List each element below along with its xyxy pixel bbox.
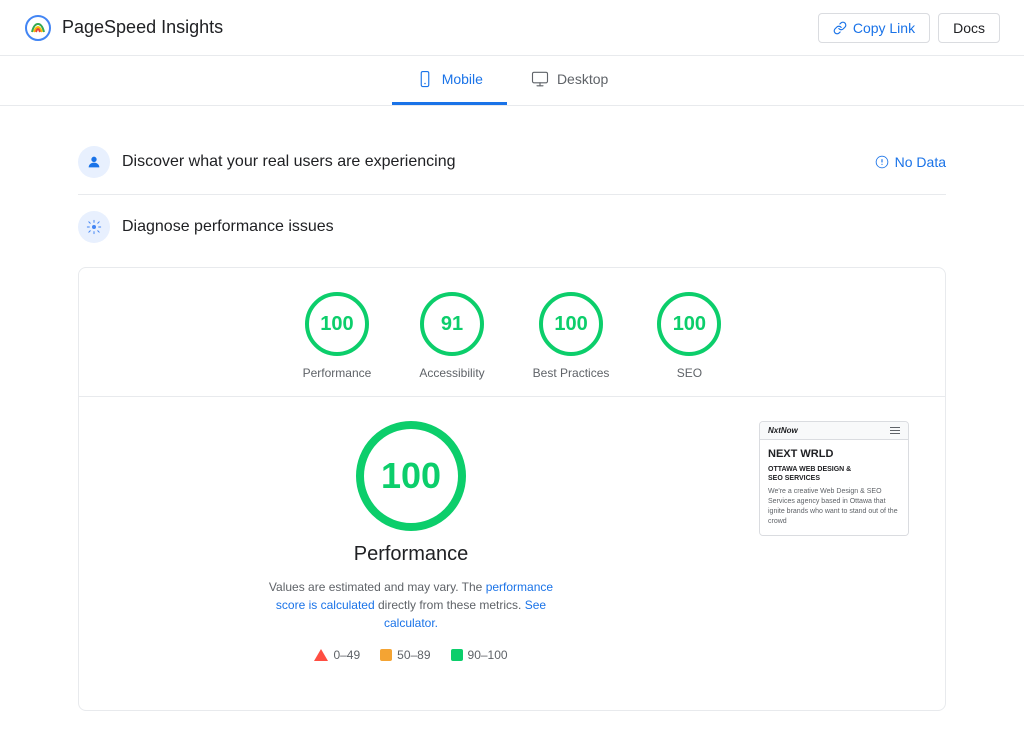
accessibility-label: Accessibility (419, 366, 484, 380)
thumbnail-body-text: We're a creative Web Design & SEO Servic… (768, 487, 900, 526)
thumbnail-subheadline: OTTAWA WEB DESIGN & SEO SERVICES (768, 465, 900, 483)
copy-link-button[interactable]: Copy Link (818, 13, 930, 43)
scores-card: 100 Performance 91 Accessibility 100 Bes… (78, 267, 946, 711)
seo-circle: 100 (657, 292, 721, 356)
info-icon (875, 155, 889, 169)
logo-area: PageSpeed Insights (24, 14, 223, 42)
mode-tabs: Mobile Desktop (0, 56, 1024, 106)
average-icon (380, 649, 392, 661)
best-practices-label: Best Practices (533, 366, 610, 380)
performance-circle: 100 (305, 292, 369, 356)
performance-label: Performance (303, 366, 372, 380)
main-content: Discover what your real users are experi… (62, 106, 962, 751)
page-thumbnail-container: NxtNow NEXT WRLD OTTAWA WEB DESIGN & SEO… (759, 421, 929, 662)
gear-icon (86, 219, 102, 235)
real-users-section: Discover what your real users are experi… (78, 130, 946, 195)
big-performance-circle: 100 (356, 421, 466, 531)
detail-description: Values are estimated and may vary. The p… (261, 578, 561, 632)
diagnose-title: Diagnose performance issues (122, 218, 334, 236)
accessibility-circle: 91 (420, 292, 484, 356)
legend-average: 50–89 (380, 648, 430, 662)
seo-label: SEO (677, 366, 702, 380)
detail-left: 100 Performance Values are estimated and… (95, 421, 727, 662)
legend-pass: 90–100 (451, 648, 508, 662)
diagnose-section-header: Diagnose performance issues (78, 195, 946, 251)
score-seo[interactable]: 100 SEO (657, 292, 721, 380)
person-icon (86, 154, 102, 170)
pass-icon (451, 649, 463, 661)
best-practices-circle: 100 (539, 292, 603, 356)
header: PageSpeed Insights Copy Link Docs (0, 0, 1024, 56)
legend-fail: 0–49 (314, 648, 360, 662)
docs-button[interactable]: Docs (938, 13, 1000, 43)
real-users-title: Discover what your real users are experi… (122, 153, 863, 171)
score-accessibility[interactable]: 91 Accessibility (419, 292, 484, 380)
thumbnail-body: NEXT WRLD OTTAWA WEB DESIGN & SEO SERVIC… (760, 440, 908, 535)
score-performance[interactable]: 100 Performance (303, 292, 372, 380)
page-thumbnail: NxtNow NEXT WRLD OTTAWA WEB DESIGN & SEO… (759, 421, 909, 536)
thumbnail-headline: NEXT WRLD (768, 448, 900, 461)
desktop-icon (531, 70, 549, 88)
pagespeed-logo-icon (24, 14, 52, 42)
real-users-icon-circle (78, 146, 110, 178)
mobile-icon (416, 70, 434, 88)
tab-desktop[interactable]: Desktop (507, 56, 632, 105)
scores-row: 100 Performance 91 Accessibility 100 Bes… (95, 292, 929, 380)
no-data-link[interactable]: No Data (875, 154, 946, 170)
detail-section: 100 Performance Values are estimated and… (95, 397, 929, 686)
link-icon (833, 21, 847, 35)
score-best-practices[interactable]: 100 Best Practices (533, 292, 610, 380)
header-actions: Copy Link Docs (818, 13, 1000, 43)
app-title: PageSpeed Insights (62, 17, 223, 38)
detail-performance-title: Performance (354, 543, 469, 566)
thumbnail-header: NxtNow (760, 422, 908, 440)
tab-mobile[interactable]: Mobile (392, 56, 507, 105)
fail-icon (314, 649, 328, 661)
thumbnail-logo: NxtNow (768, 426, 798, 435)
thumbnail-menu-icon (890, 427, 900, 434)
score-legend: 0–49 50–89 90–100 (314, 648, 507, 662)
diagnose-icon-circle (78, 211, 110, 243)
